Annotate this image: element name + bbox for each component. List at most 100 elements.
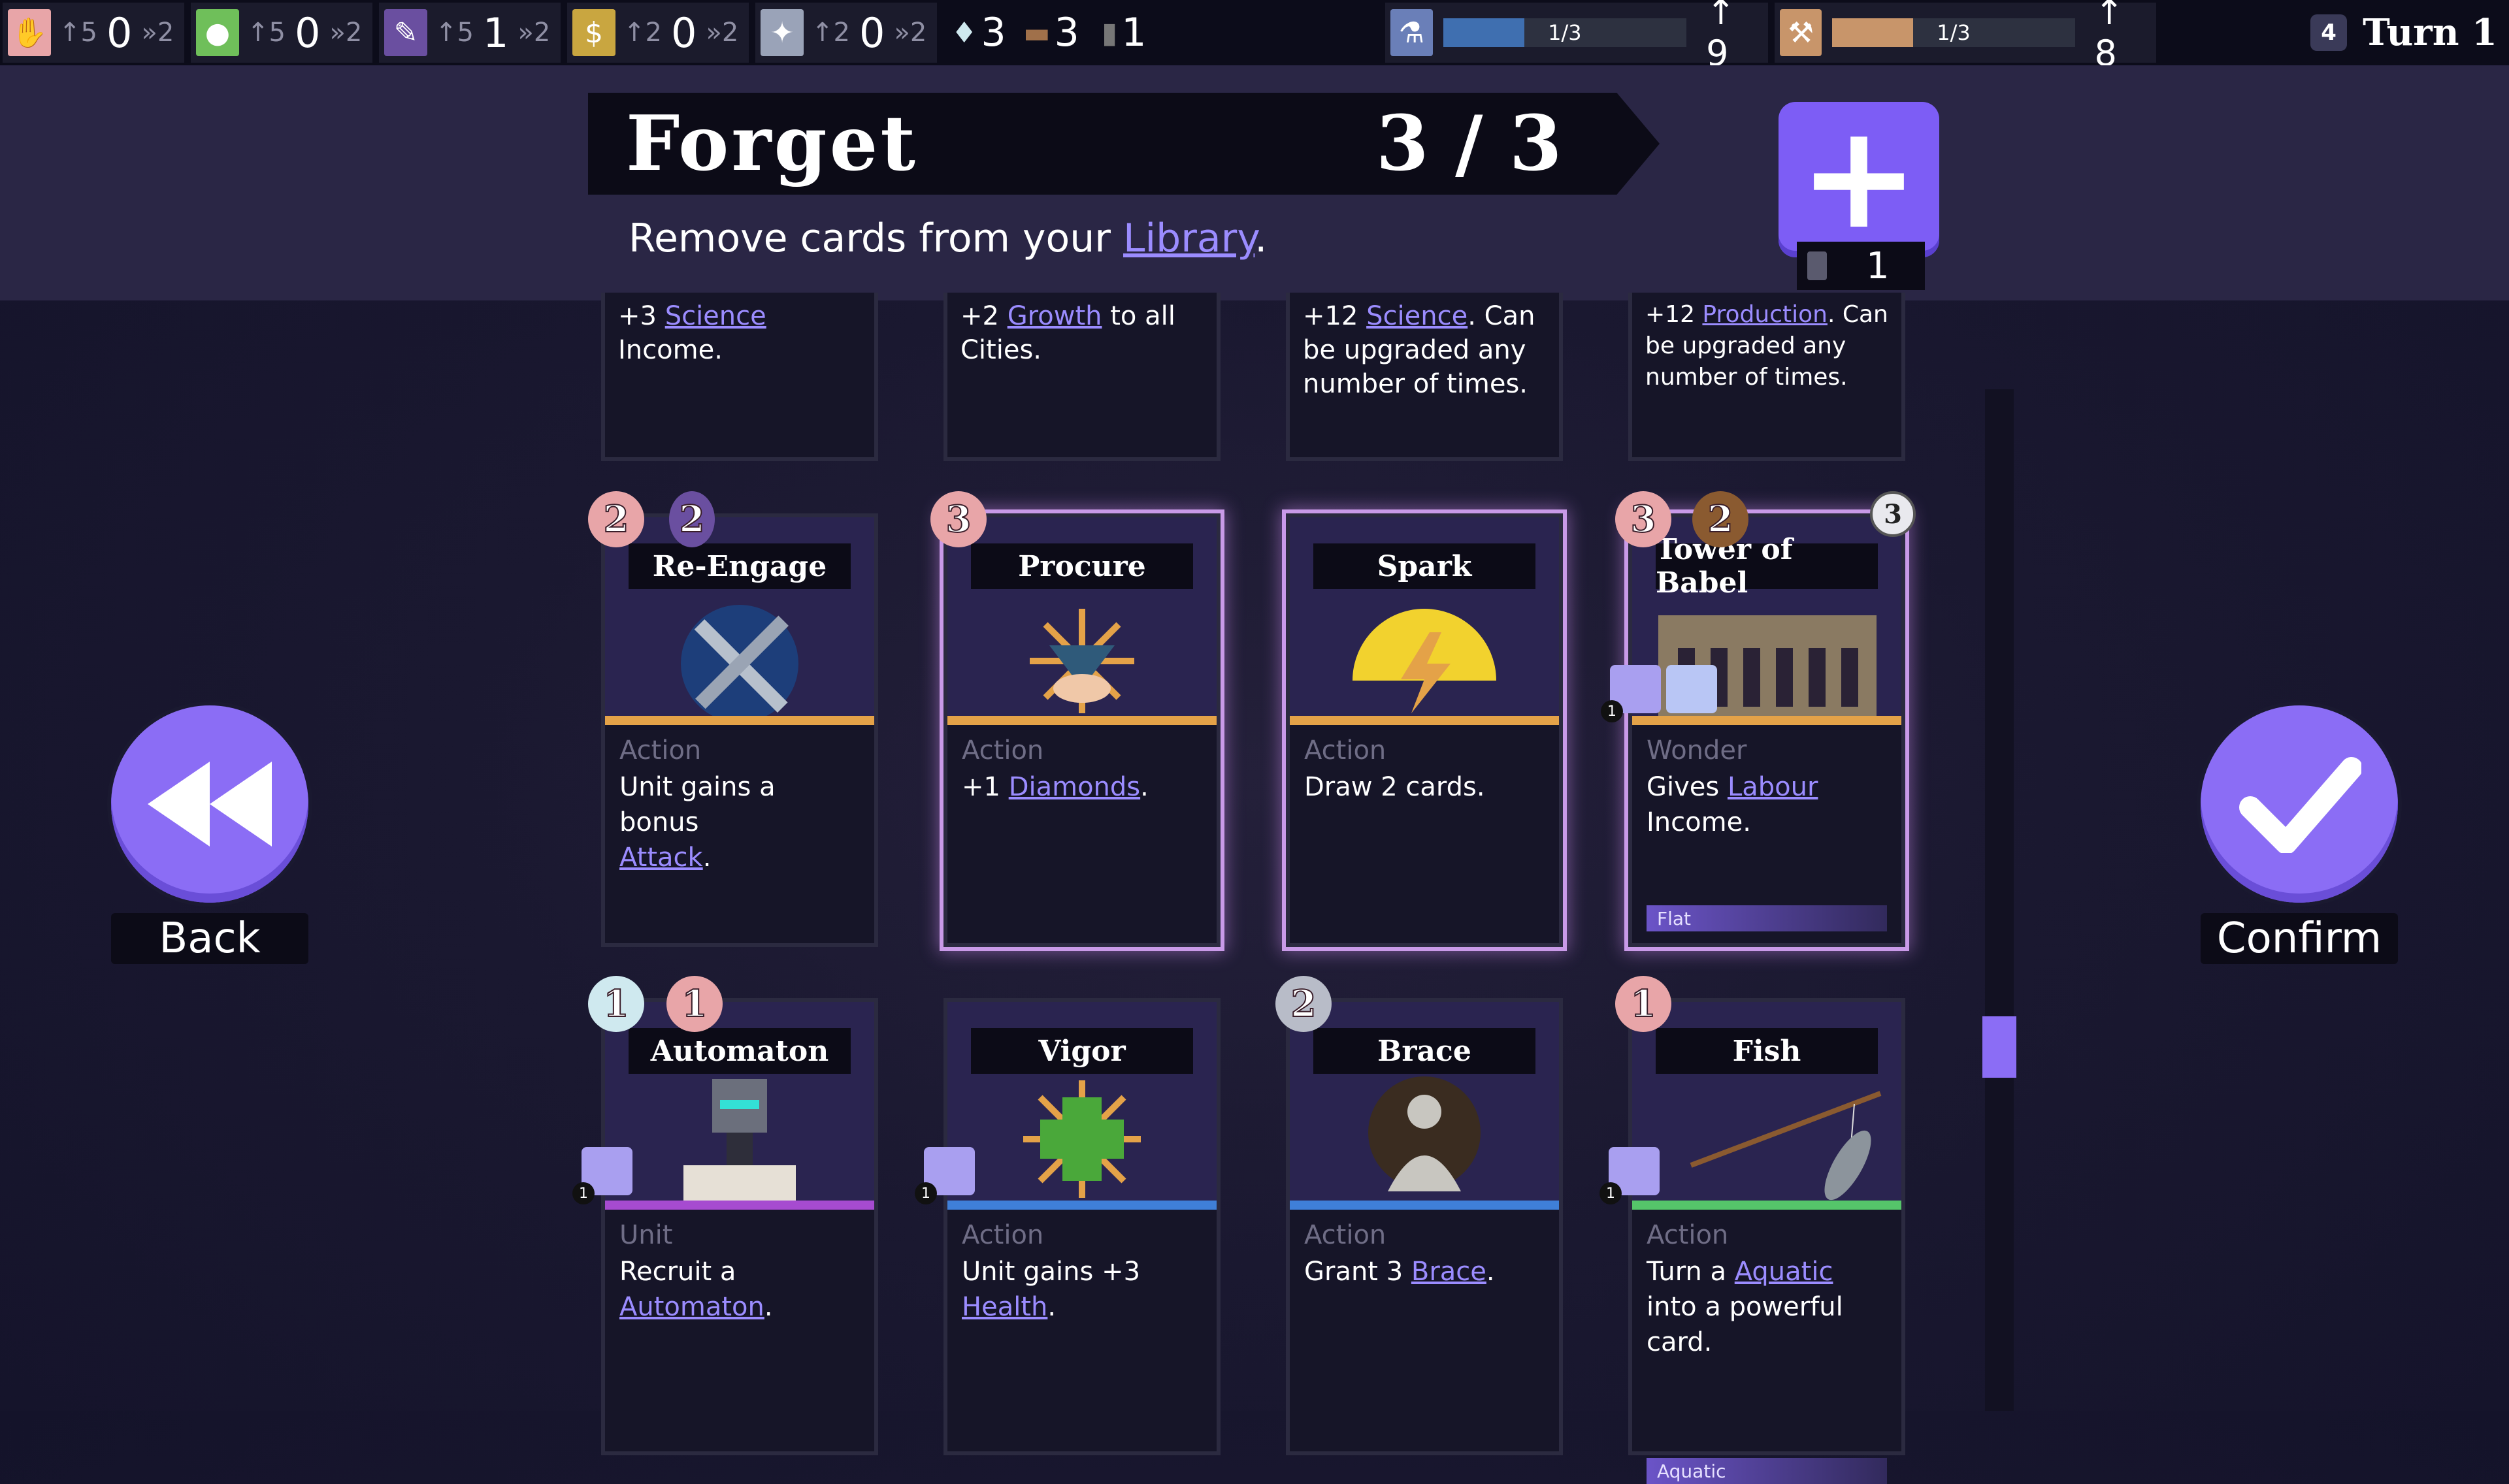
confirm-button[interactable] (2201, 705, 2398, 903)
card-stripe (1632, 716, 1901, 725)
card-desc-text: . (702, 843, 712, 873)
resource-food[interactable]: ● ↑5 0 »2 (191, 3, 372, 63)
resource-multiplier: »2 (517, 18, 551, 48)
card-spark[interactable]: Spark Action Draw 2 cards. (1286, 513, 1563, 947)
card-desc-text: +2 (960, 301, 1008, 331)
gem-count-icon: 1 (572, 1182, 595, 1204)
card-re-engage[interactable]: Re-Engage Action Unit gains a bonus Atta… (601, 513, 878, 947)
card-brace[interactable]: Brace Action Grant 3 Brace. (1286, 998, 1563, 1455)
hammer-icon: ⚒ (1780, 9, 1822, 56)
card-type: Action (1304, 735, 1386, 766)
automaton-link[interactable]: Automaton (619, 1292, 764, 1322)
card-desc-text: . (1486, 1257, 1495, 1287)
science-link[interactable]: Science (1366, 301, 1468, 331)
labour-cost-badge: 3 (930, 491, 987, 547)
attack-link[interactable]: Attack (619, 843, 703, 873)
gold-bag-icon: $ (572, 9, 615, 56)
card-desc-text: . (1047, 1292, 1057, 1322)
food-apple-icon: ● (196, 9, 239, 56)
card-desc-text: +12 (1645, 301, 1703, 328)
card-fish[interactable]: Fish Action Turn a Aquatic into a powerf… (1628, 998, 1905, 1484)
card-stat[interactable]: ▮ 1 (1102, 3, 1146, 63)
confirm-button-label[interactable]: Confirm (2201, 913, 2398, 964)
card-desc-text: Gives (1647, 772, 1728, 802)
card-title: Automaton (629, 1028, 851, 1074)
log-icon: ▬ (1023, 16, 1051, 50)
production-progress-label: 1/3 (1937, 20, 1971, 45)
turn-label: Turn 1 (2363, 11, 2497, 54)
card-desc-text: +12 (1303, 301, 1367, 331)
card-type: Action (962, 735, 1044, 766)
card-procure[interactable]: Procure Action +1 Diamonds. (943, 513, 1221, 947)
resource-gold[interactable]: $ ↑2 0 »2 (567, 3, 749, 63)
turn-indicator[interactable]: 4 Turn 1 (2310, 7, 2497, 59)
card-description: Turn a Aquatic into a powerful card. (1647, 1254, 1888, 1360)
diamond-count: 3 (981, 10, 1006, 56)
feather-cost-badge: 2 (669, 491, 715, 547)
upgrade-gem-icon: 1 (1599, 1147, 1660, 1204)
card-description: +2 Growth to all Cities. (960, 299, 1206, 367)
card-tag-aquatic: Aquatic (1647, 1458, 1887, 1484)
labour-cost-badge: 1 (1615, 976, 1671, 1032)
scrollbar-thumb[interactable] (1982, 1016, 2016, 1078)
card-desc-text: . (764, 1292, 773, 1322)
labour-link[interactable]: Labour (1728, 772, 1818, 802)
resource-culture[interactable]: ✎ ↑5 1 »2 (379, 3, 561, 63)
labour-cost-badge: 1 (666, 976, 723, 1032)
labour-cost-badge: 3 (1615, 491, 1671, 547)
card-icon (1807, 251, 1827, 280)
card-partial[interactable]: +2 Growth to all Cities. (943, 293, 1221, 461)
resource-faith[interactable]: ✦ ↑2 0 »2 (755, 3, 937, 63)
science-progress-bar: 1/3 (1443, 18, 1687, 47)
card-stripe (1290, 1201, 1559, 1210)
labour-cost-badge: 2 (588, 491, 644, 547)
card-partial[interactable]: +12 Production. Can be upgraded any numb… (1628, 293, 1905, 461)
card-tag-flat: Flat (1647, 905, 1887, 931)
library-link[interactable]: Library (1123, 216, 1254, 261)
resource-amount: 0 (106, 8, 133, 57)
scrollbar-track[interactable] (1985, 389, 2014, 1411)
back-button-label[interactable]: Back (111, 913, 308, 964)
subtitle-suffix: . (1254, 216, 1268, 261)
science-progress[interactable]: ⚗ 1/3 ↑ 9 (1385, 0, 1768, 74)
card-desc-text: Income. (1647, 807, 1751, 837)
card-count: 1 (1121, 10, 1147, 56)
card-vigor[interactable]: Vigor Action Unit gains +3 Health. (943, 998, 1221, 1455)
add-card-count: 1 (1797, 242, 1925, 290)
card-title: Brace (1313, 1028, 1535, 1074)
upgrade-gem-icon: 1 (915, 1147, 975, 1204)
diamond-stat[interactable]: ♦ 3 (951, 3, 1006, 63)
resource-rate: ↑5 (247, 18, 286, 48)
card-description: Unit gains +3 Health. (962, 1254, 1204, 1325)
resource-rate: ↑5 (435, 18, 474, 48)
aquatic-link[interactable]: Aquatic (1735, 1257, 1833, 1287)
card-desc-text: Unit gains +3 (962, 1257, 1141, 1287)
checkmark-icon (2239, 757, 2361, 853)
add-card-button[interactable]: + (1779, 102, 1939, 257)
turn-number-badge: 4 (2310, 14, 2348, 51)
card-stripe (605, 716, 874, 725)
log-count: 3 (1054, 10, 1079, 56)
card-partial[interactable]: +3 Science Income. (601, 293, 878, 461)
growth-link[interactable]: Growth (1008, 301, 1102, 331)
card-type: Unit (619, 1220, 673, 1250)
card-tower-of-babel[interactable]: Tower of Babel Wonder Gives Labour Incom… (1628, 513, 1905, 947)
production-link[interactable]: Production (1702, 301, 1828, 328)
card-partial[interactable]: +12 Science. Can be upgraded any number … (1286, 293, 1563, 461)
science-link[interactable]: Science (665, 301, 766, 331)
card-automaton[interactable]: Automaton Unit Recruit a Automaton. (601, 998, 878, 1455)
diamonds-link[interactable]: Diamonds (1009, 772, 1140, 802)
faith-cost-badge: 2 (1275, 976, 1332, 1032)
log-stat[interactable]: ▬ 3 (1023, 3, 1079, 63)
page-title: Forget (626, 99, 918, 188)
resource-bar: ✋ ↑5 0 »2 ● ↑5 0 »2 ✎ ↑5 1 »2 $ ↑2 0 »2 … (0, 0, 2509, 74)
health-link[interactable]: Health (962, 1292, 1047, 1322)
brace-link[interactable]: Brace (1411, 1257, 1486, 1287)
card-title: Re-Engage (629, 543, 851, 589)
resource-multiplier: »2 (141, 18, 174, 48)
back-button[interactable] (111, 705, 308, 903)
resource-labour[interactable]: ✋ ↑5 0 »2 (3, 3, 184, 63)
card-stripe (1632, 1201, 1901, 1210)
production-progress[interactable]: ⚒ 1/3 ↑ 8 (1775, 0, 2156, 74)
card-description: Grant 3 Brace. (1304, 1254, 1546, 1289)
